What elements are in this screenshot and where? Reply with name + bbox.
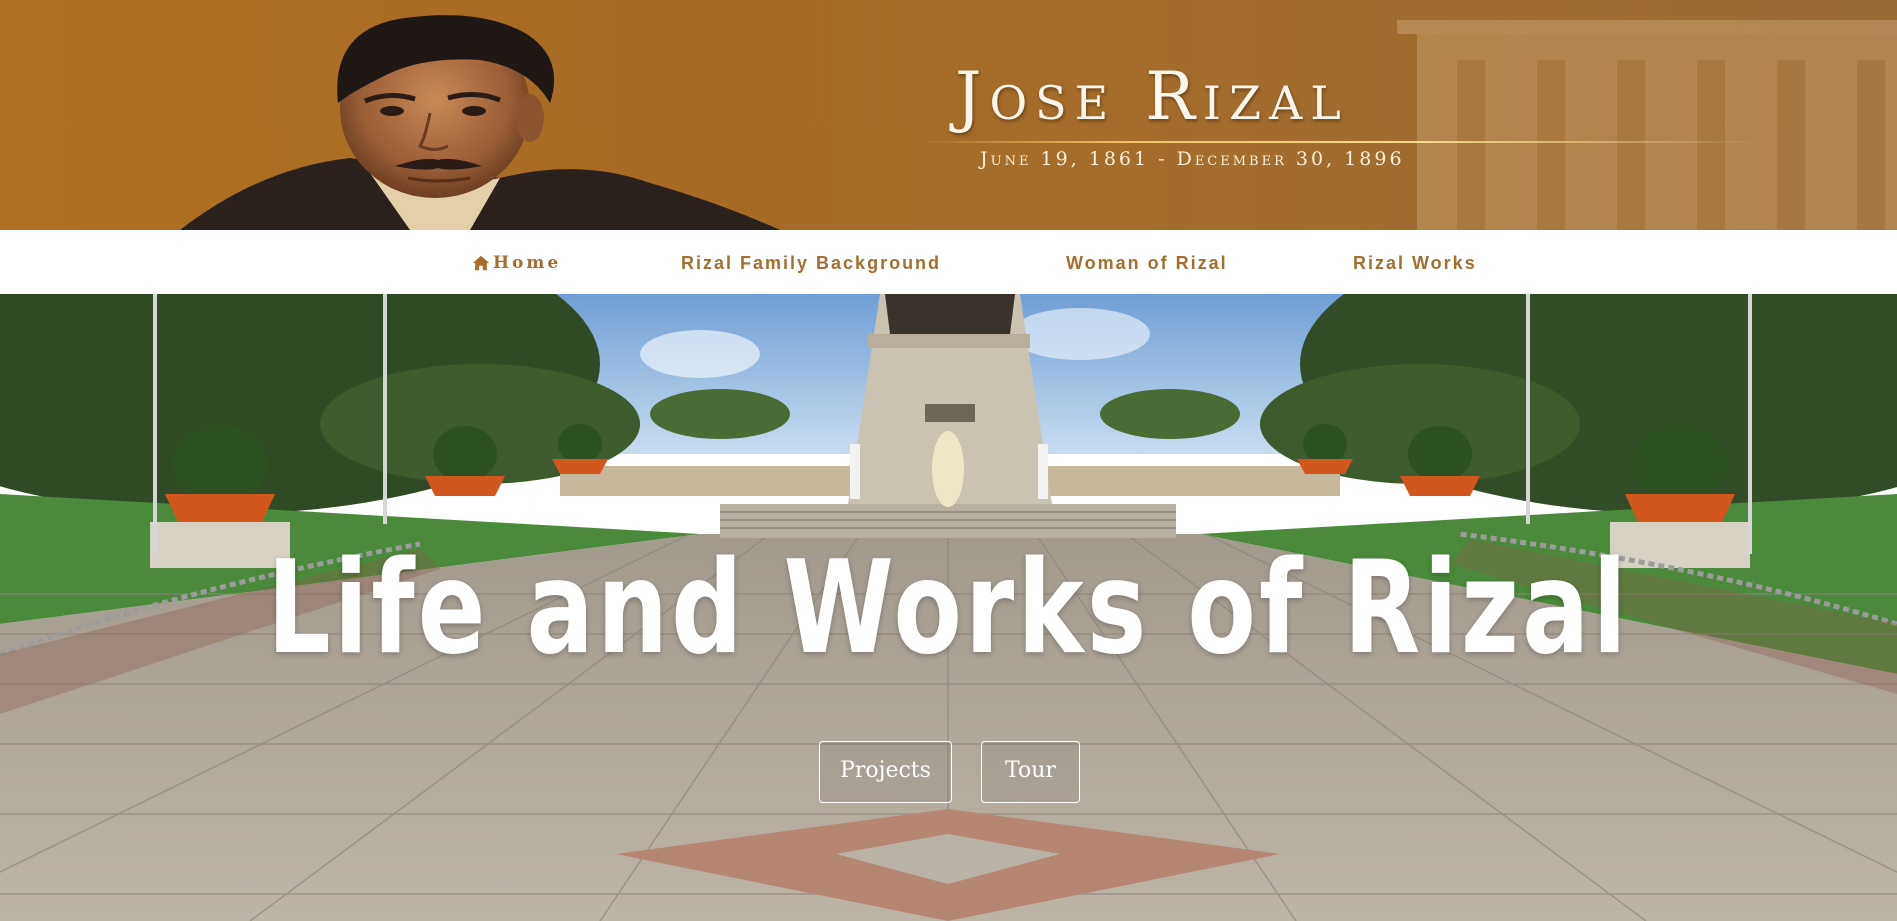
rizal-portrait-image bbox=[180, 15, 780, 230]
nav-item-rizal-works[interactable]: Rizal Works bbox=[1353, 252, 1477, 274]
nav-item-woman-of-rizal[interactable]: Woman of Rizal bbox=[1066, 252, 1228, 274]
home-icon bbox=[472, 255, 490, 271]
banner-dates: June 19, 1861 - December 30, 1896 bbox=[980, 148, 1405, 170]
nav-item-family-label: Rizal Family Background bbox=[681, 253, 942, 273]
tour-button[interactable]: Tour bbox=[981, 741, 1080, 803]
banner-title: Jose Rizal bbox=[955, 58, 1349, 135]
nav-item-home[interactable]: Home bbox=[472, 252, 561, 274]
nav-item-rizal-family-background[interactable]: Rizal Family Background bbox=[681, 252, 941, 274]
banner-divider bbox=[920, 141, 1760, 143]
hero-heading: Life and Works of Rizal bbox=[267, 534, 1630, 683]
site-banner: Jose Rizal June 19, 1861 - December 30, … bbox=[0, 0, 1897, 230]
hero-section: Life and Works of Rizal Projects Tour bbox=[0, 294, 1897, 921]
nav-item-woman-label: Woman of Rizal bbox=[1066, 253, 1228, 273]
nav-item-home-label: Home bbox=[493, 253, 562, 273]
projects-button[interactable]: Projects bbox=[819, 741, 952, 803]
nav-item-works-label: Rizal Works bbox=[1353, 253, 1477, 273]
main-nav: Home Rizal Family Background Woman of Ri… bbox=[0, 230, 1897, 294]
